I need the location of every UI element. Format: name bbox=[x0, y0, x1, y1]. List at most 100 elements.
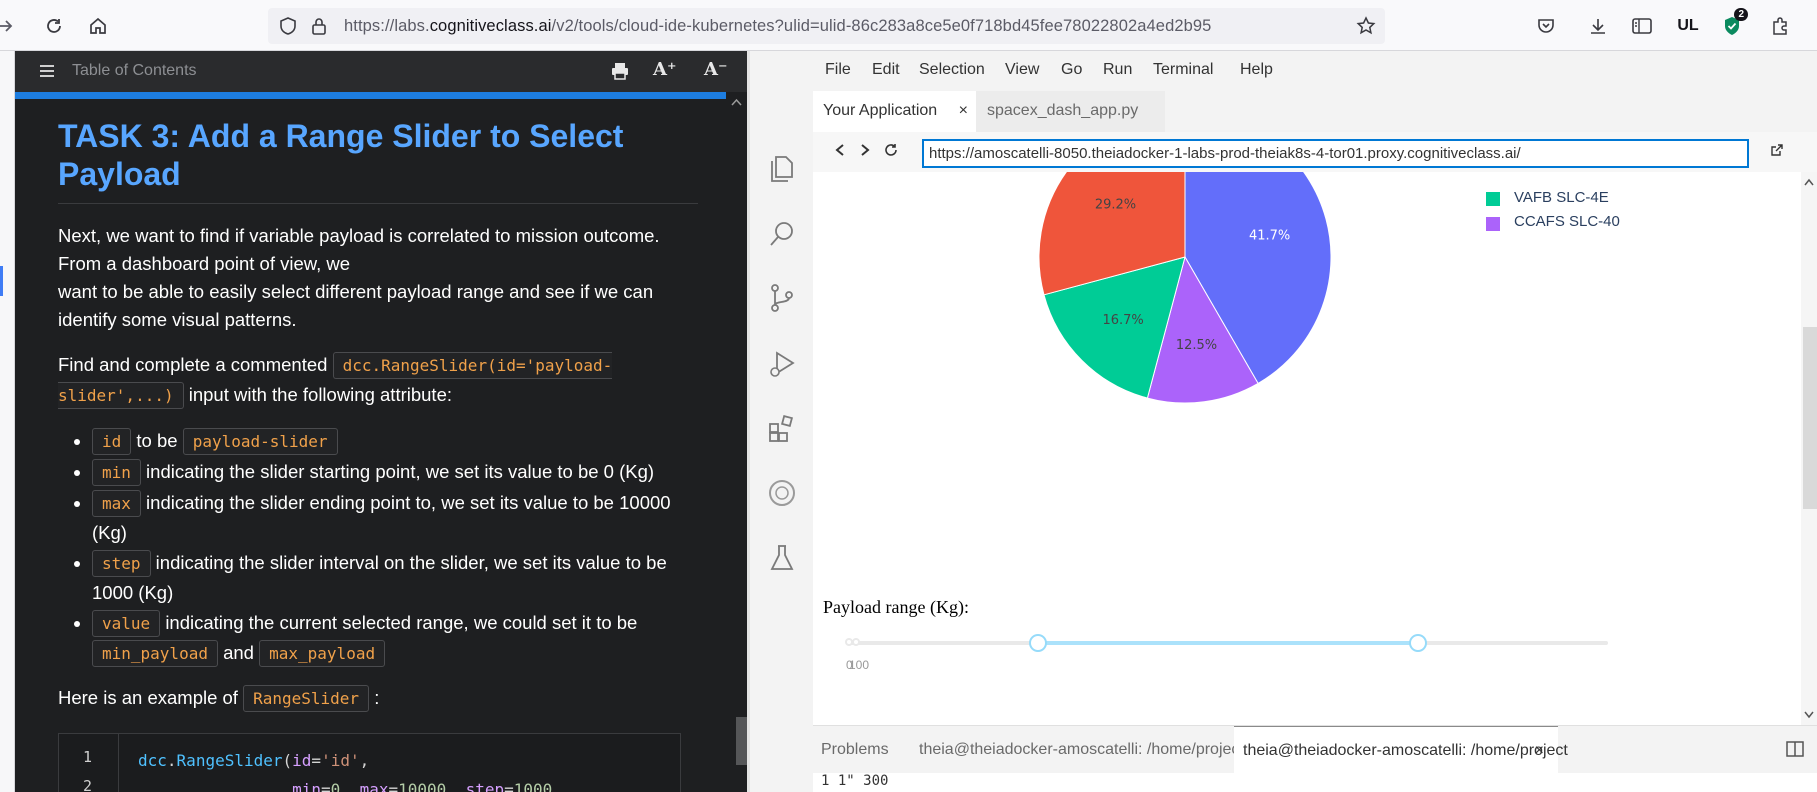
list-item: min indicating the slider starting point… bbox=[92, 457, 698, 487]
reader-view-icon[interactable] bbox=[1626, 10, 1658, 42]
shield-icon[interactable] bbox=[278, 16, 298, 41]
attr-text: indicating the slider starting point, we… bbox=[146, 461, 655, 482]
list-item: id to be payload-slider bbox=[92, 426, 698, 456]
mini-browser-nav: https://amoscatelli-8050.theiadocker-1-l… bbox=[813, 132, 1817, 172]
tab-your-application[interactable]: Your Application × bbox=[813, 91, 976, 132]
browser-toolbar: https://labs.cognitiveclass.ai/v2/tools/… bbox=[0, 0, 1817, 51]
refresh-icon[interactable] bbox=[884, 143, 898, 162]
menu-view[interactable]: View bbox=[1005, 61, 1039, 79]
print-icon[interactable] bbox=[611, 62, 629, 85]
scroll-up-icon[interactable] bbox=[1804, 178, 1814, 186]
attr-code: max_payload bbox=[259, 640, 386, 667]
example-paragraph: Here is an example of RangeSlider : bbox=[58, 684, 698, 713]
line-number: 1 bbox=[83, 748, 93, 766]
tab-label: spacex_dash_app.py bbox=[987, 102, 1139, 119]
forward-icon[interactable] bbox=[0, 10, 22, 42]
profile-initials: UL bbox=[1677, 17, 1699, 34]
toc-accent-bar bbox=[15, 92, 747, 99]
search-icon[interactable] bbox=[767, 219, 797, 249]
theia-ide: File Edit Selection View Go Run Terminal… bbox=[750, 51, 1817, 792]
toc-scrollbar[interactable] bbox=[726, 92, 747, 792]
payload-slider-handle-max[interactable] bbox=[1409, 634, 1427, 652]
legend-item-ccafs-slc40[interactable]: CCAFS SLC-40 bbox=[1514, 213, 1620, 230]
list-item: value indicating the current selected ra… bbox=[92, 608, 698, 668]
pocket-icon[interactable] bbox=[1530, 10, 1562, 42]
reload-icon[interactable] bbox=[38, 10, 70, 42]
scroll-down-icon[interactable] bbox=[1804, 711, 1814, 719]
attr-text: indicating the current selected range, w… bbox=[165, 612, 638, 633]
hamburger-menu-icon[interactable] bbox=[39, 64, 55, 83]
lab-flask-icon[interactable] bbox=[767, 543, 797, 573]
open-external-icon[interactable] bbox=[1770, 143, 1784, 162]
code-text: dcc.RangeSlider(id='id', min=0, max=1000… bbox=[138, 751, 562, 792]
intro-paragraph: Next, we want to find if variable payloa… bbox=[58, 222, 698, 334]
app-scrollbar[interactable] bbox=[1801, 172, 1817, 725]
example-prefix: Here is an example of bbox=[58, 687, 238, 708]
scroll-up-icon[interactable] bbox=[731, 98, 742, 106]
download-icon[interactable] bbox=[1582, 10, 1614, 42]
attr-code: payload-slider bbox=[182, 428, 338, 455]
toc-title[interactable]: Table of Contents bbox=[72, 62, 197, 80]
legend-item-vafb[interactable]: VAFB SLC-4E bbox=[1514, 189, 1609, 206]
find-prefix: Find and complete a commented bbox=[58, 354, 328, 375]
pie-slice-label: 29.2% bbox=[1095, 198, 1136, 213]
extensions-icon[interactable] bbox=[767, 413, 797, 443]
tab-problems[interactable]: Problems bbox=[813, 726, 913, 774]
close-icon[interactable]: × bbox=[959, 102, 968, 120]
font-decrease-button[interactable]: A⁻ bbox=[704, 59, 727, 80]
payload-slider-handle-min[interactable] bbox=[1029, 634, 1047, 652]
attr-code: id bbox=[92, 428, 132, 455]
menu-bar: File Edit Selection View Go Run Terminal… bbox=[750, 51, 1817, 91]
list-item: max indicating the slider ending point t… bbox=[92, 488, 698, 547]
forward-arrow-icon[interactable] bbox=[859, 143, 871, 162]
lock-icon[interactable] bbox=[310, 16, 328, 41]
toc-header: Table of Contents A⁺ A⁻ bbox=[15, 51, 747, 92]
tab-spacex-dash-app[interactable]: spacex_dash_app.py bbox=[976, 91, 1165, 132]
tab-label: Your Application bbox=[823, 102, 938, 119]
url-prefix: https://labs. bbox=[344, 17, 430, 35]
example-code: RangeSlider bbox=[243, 685, 370, 712]
task-heading: TASK 3: Add a Range Slider to Select Pay… bbox=[58, 117, 698, 204]
payload-range-label: Payload range (Kg): bbox=[823, 597, 969, 617]
pie-slice-label: 16.7% bbox=[1102, 313, 1143, 328]
menu-help[interactable]: Help bbox=[1240, 61, 1273, 79]
menu-selection[interactable]: Selection bbox=[919, 61, 985, 79]
font-increase-button[interactable]: A⁺ bbox=[653, 59, 676, 80]
explorer-icon[interactable] bbox=[767, 153, 797, 183]
menu-terminal[interactable]: Terminal bbox=[1153, 61, 1213, 79]
preview-url-input[interactable]: https://amoscatelli-8050.theiadocker-1-l… bbox=[922, 139, 1749, 168]
menu-file[interactable]: File bbox=[825, 61, 851, 79]
app-scroll-thumb[interactable] bbox=[1803, 327, 1817, 509]
attr-code: min bbox=[92, 459, 141, 486]
profile-button[interactable]: UL bbox=[1672, 10, 1704, 42]
run-debug-icon[interactable] bbox=[767, 349, 797, 379]
tab-terminal-2[interactable]: theia@theiadocker-amoscatelli: /home/pro… bbox=[1234, 726, 1568, 774]
attr-code: step bbox=[92, 550, 151, 577]
back-icon[interactable] bbox=[834, 143, 846, 162]
find-paragraph: Find and complete a commented dcc.RangeS… bbox=[58, 350, 698, 410]
payload-slider-track[interactable] bbox=[1038, 641, 1418, 645]
menu-edit[interactable]: Edit bbox=[872, 61, 900, 79]
home-icon[interactable] bbox=[82, 10, 114, 42]
extension-shield-icon[interactable]: 2 bbox=[1716, 8, 1748, 42]
source-control-icon[interactable] bbox=[767, 283, 797, 313]
menu-go[interactable]: Go bbox=[1061, 61, 1082, 79]
close-icon[interactable]: × bbox=[1535, 742, 1544, 760]
intro-line-2: want to be able to easily select differe… bbox=[58, 281, 654, 330]
tab-label: theia@theiadocker-amoscatelli: /home/pro… bbox=[1243, 742, 1568, 759]
attr-text: indicating the slider interval on the sl… bbox=[92, 552, 667, 603]
bottom-panel-tabs: Problems theia@theiadocker-amoscatelli: … bbox=[813, 725, 1817, 774]
terminal-output[interactable]: 1 1" 300 bbox=[813, 773, 1817, 792]
address-bar[interactable]: https://labs.cognitiveclass.ai/v2/tools/… bbox=[268, 8, 1385, 44]
line-gutter: 1 2 bbox=[59, 734, 119, 792]
bookmark-star-icon[interactable] bbox=[1356, 16, 1376, 41]
extensions-puzzle-icon[interactable] bbox=[1764, 10, 1796, 42]
tab-terminal-1[interactable]: theia@theiadocker-amoscatelli: /home/pro… bbox=[919, 726, 1244, 774]
menu-run[interactable]: Run bbox=[1103, 61, 1132, 79]
dash-app-view: 41.7% 12.5% 16.7% 29.2% VAFB SLC-4E CCAFS S… bbox=[813, 172, 1801, 725]
split-panel-icon[interactable] bbox=[1786, 740, 1804, 763]
toc-scroll-thumb[interactable] bbox=[736, 717, 747, 765]
legend-swatch-ccafs-slc40 bbox=[1486, 217, 1500, 231]
skills-network-icon[interactable] bbox=[767, 478, 797, 508]
url-text[interactable]: https://labs.cognitiveclass.ai/v2/tools/… bbox=[344, 17, 1211, 36]
